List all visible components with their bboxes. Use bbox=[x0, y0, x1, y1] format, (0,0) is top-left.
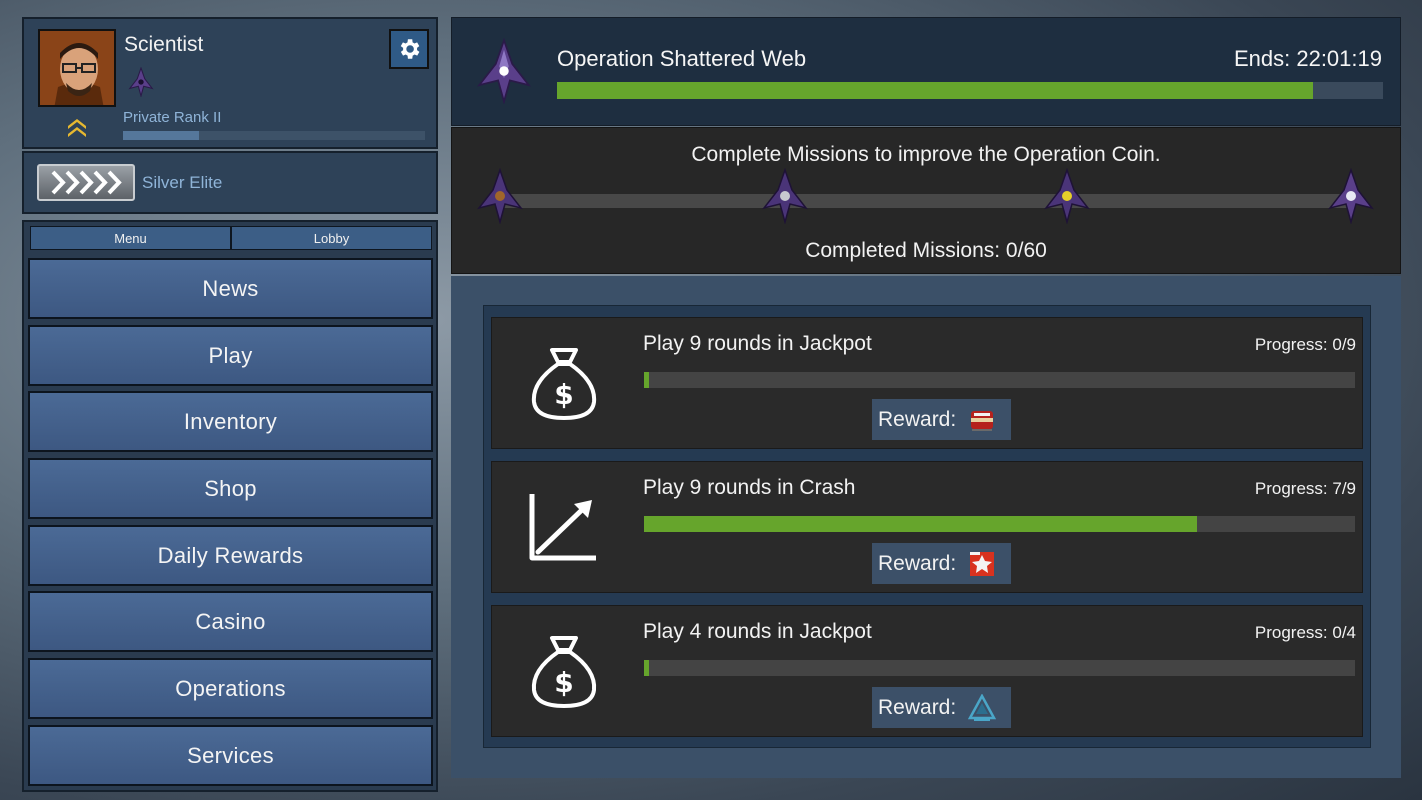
rank-chevron-icon bbox=[66, 117, 88, 137]
completed-missions: Completed Missions: 0/60 bbox=[805, 239, 1047, 262]
casino-button[interactable]: Casino bbox=[28, 591, 433, 652]
reward-label: Reward: bbox=[878, 407, 957, 431]
main-menu: Menu Lobby News Play Inventory Shop Dail… bbox=[22, 220, 438, 792]
money-bag-icon: $ bbox=[528, 344, 600, 422]
svg-text:$: $ bbox=[554, 666, 573, 699]
operation-coin-panel: Complete Missions to improve the Operati… bbox=[451, 127, 1401, 274]
inventory-button[interactable]: Inventory bbox=[28, 391, 433, 452]
operation-timer: Ends: 22:01:19 bbox=[1233, 46, 1382, 71]
menu-tabs: Menu Lobby bbox=[30, 226, 432, 250]
operation-coin-icon bbox=[476, 37, 532, 105]
missions-panel: $ Play 9 rounds in Jackpot Progress: 0/9… bbox=[451, 276, 1401, 778]
settings-button[interactable] bbox=[389, 29, 429, 69]
mission-title: Play 9 rounds in Crash bbox=[643, 476, 856, 499]
money-bag-icon: $ bbox=[528, 632, 600, 710]
mission-progress-fill bbox=[644, 516, 1198, 532]
mission-progress-fill bbox=[644, 660, 649, 676]
services-button[interactable]: Services bbox=[28, 725, 433, 786]
reward-box[interactable]: Reward: bbox=[872, 399, 1011, 440]
mission-progress-text: Progress: 7/9 bbox=[1254, 479, 1356, 498]
operation-progress-fill bbox=[557, 82, 1313, 99]
coin-stage-diamond-icon bbox=[1328, 167, 1374, 225]
gear-icon bbox=[400, 39, 420, 59]
reward-label: Reward: bbox=[878, 695, 957, 719]
operation-header: Operation Shattered Web Ends: 22:01:19 bbox=[451, 17, 1401, 126]
missions-list: $ Play 9 rounds in Jackpot Progress: 0/9… bbox=[483, 305, 1371, 748]
shop-button[interactable]: Shop bbox=[28, 458, 433, 519]
profile-card: Scientist Private Rank II bbox=[22, 17, 438, 149]
skill-group-label: Silver Elite bbox=[142, 173, 223, 192]
operation-title: Operation Shattered Web bbox=[557, 46, 807, 71]
avatar[interactable] bbox=[38, 29, 116, 107]
reward-box[interactable]: Reward: bbox=[872, 687, 1011, 728]
mission-progress-bar bbox=[644, 516, 1355, 532]
profile-name: Scientist bbox=[124, 33, 204, 56]
coin-instruction: Complete Missions to improve the Operati… bbox=[691, 143, 1161, 166]
chart-up-icon bbox=[528, 488, 600, 566]
xp-bar-fill bbox=[123, 131, 199, 140]
mission-progress-bar bbox=[644, 660, 1355, 676]
mission-card: $ Play 4 rounds in Jackpot Progress: 0/4… bbox=[491, 605, 1363, 737]
mission-progress-text: Progress: 0/9 bbox=[1254, 335, 1356, 354]
coin-stage-gold-icon bbox=[1044, 167, 1090, 225]
reward-item-icon bbox=[970, 551, 995, 576]
coin-stage-silver-icon bbox=[762, 167, 808, 225]
operations-button[interactable]: Operations bbox=[28, 658, 433, 719]
coin-stage-bronze-icon bbox=[477, 167, 523, 225]
mission-title: Play 4 rounds in Jackpot bbox=[643, 620, 872, 643]
news-button[interactable]: News bbox=[28, 258, 433, 319]
daily-rewards-button[interactable]: Daily Rewards bbox=[28, 525, 433, 586]
reward-item-icon bbox=[971, 410, 994, 431]
operation-progress-bar bbox=[557, 82, 1383, 99]
mission-card: Play 9 rounds in Crash Progress: 7/9 Rew… bbox=[491, 461, 1363, 593]
tab-lobby[interactable]: Lobby bbox=[231, 226, 432, 250]
svg-text:$: $ bbox=[554, 378, 573, 411]
mission-title: Play 9 rounds in Jackpot bbox=[643, 332, 872, 355]
xp-bar bbox=[123, 131, 425, 140]
reward-label: Reward: bbox=[878, 551, 957, 575]
mission-progress-bar bbox=[644, 372, 1355, 388]
coin-progress-track bbox=[498, 194, 1353, 208]
skill-group-card: Silver Elite bbox=[22, 151, 438, 214]
tab-menu[interactable]: Menu bbox=[30, 226, 231, 250]
operation-coin-icon bbox=[126, 66, 156, 98]
skill-group-badge-icon bbox=[37, 164, 135, 201]
reward-box[interactable]: Reward: bbox=[872, 543, 1011, 584]
play-button[interactable]: Play bbox=[28, 325, 433, 386]
reward-item-icon bbox=[968, 693, 997, 721]
mission-progress-text: Progress: 0/4 bbox=[1254, 623, 1356, 642]
profile-rank: Private Rank II bbox=[123, 109, 222, 126]
mission-card: $ Play 9 rounds in Jackpot Progress: 0/9… bbox=[491, 317, 1363, 449]
mission-progress-fill bbox=[644, 372, 649, 388]
